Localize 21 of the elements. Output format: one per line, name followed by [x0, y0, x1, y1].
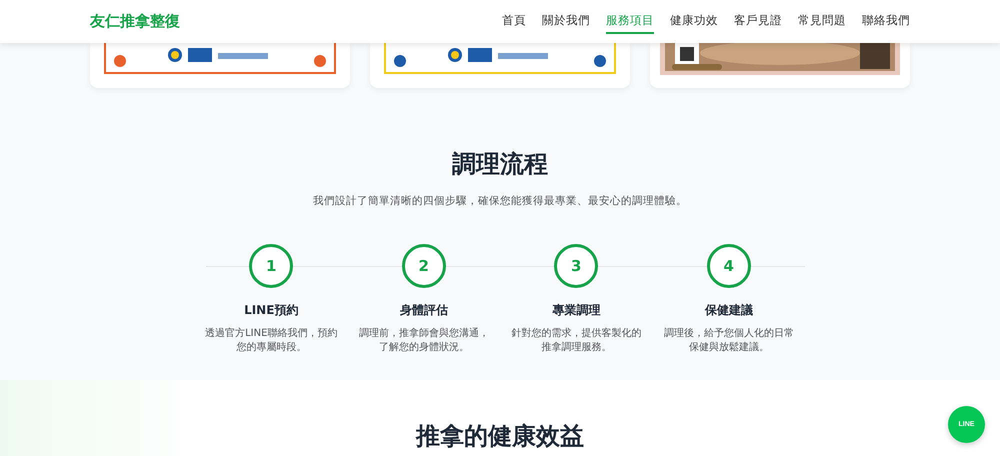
- step-title: 身體評估: [400, 302, 448, 319]
- step-number: 3: [554, 244, 598, 288]
- section-subtitle: 我們設計了簡單清晰的四個步驟，確保您能獲得最專業、最安心的調理體驗。: [313, 194, 687, 208]
- nav-link[interactable]: 常見問題: [798, 9, 846, 34]
- step-title: LINE預約: [244, 302, 298, 319]
- nav-link[interactable]: 健康功效: [670, 9, 718, 34]
- nav-link[interactable]: 關於我們: [542, 9, 590, 34]
- step-title: 專業調理: [552, 302, 600, 319]
- step-description: 調理前，推拿師會與您溝通，了解您的身體狀況。: [358, 327, 490, 355]
- step-number: 2: [402, 244, 446, 288]
- nav-link[interactable]: 首頁: [502, 9, 526, 34]
- section-title: 調理流程: [452, 149, 548, 180]
- step-description: 針對您的需求，提供客製化的推拿調理服務。: [510, 327, 642, 355]
- section-title: 推拿的健康效益: [416, 421, 584, 452]
- step-number: 1: [249, 244, 294, 288]
- step-title: 保健建議: [704, 302, 753, 319]
- step-description: 調理後，給予您個人化的日常保健與放鬆建議。: [662, 327, 795, 355]
- step-description: 透過官方LINE聯絡我們，預約您的專屬時段。: [204, 327, 338, 355]
- step-number: 4: [706, 244, 751, 288]
- nav-link[interactable]: 聯絡我們: [862, 9, 910, 34]
- nav-link[interactable]: 客戶見證: [734, 9, 782, 34]
